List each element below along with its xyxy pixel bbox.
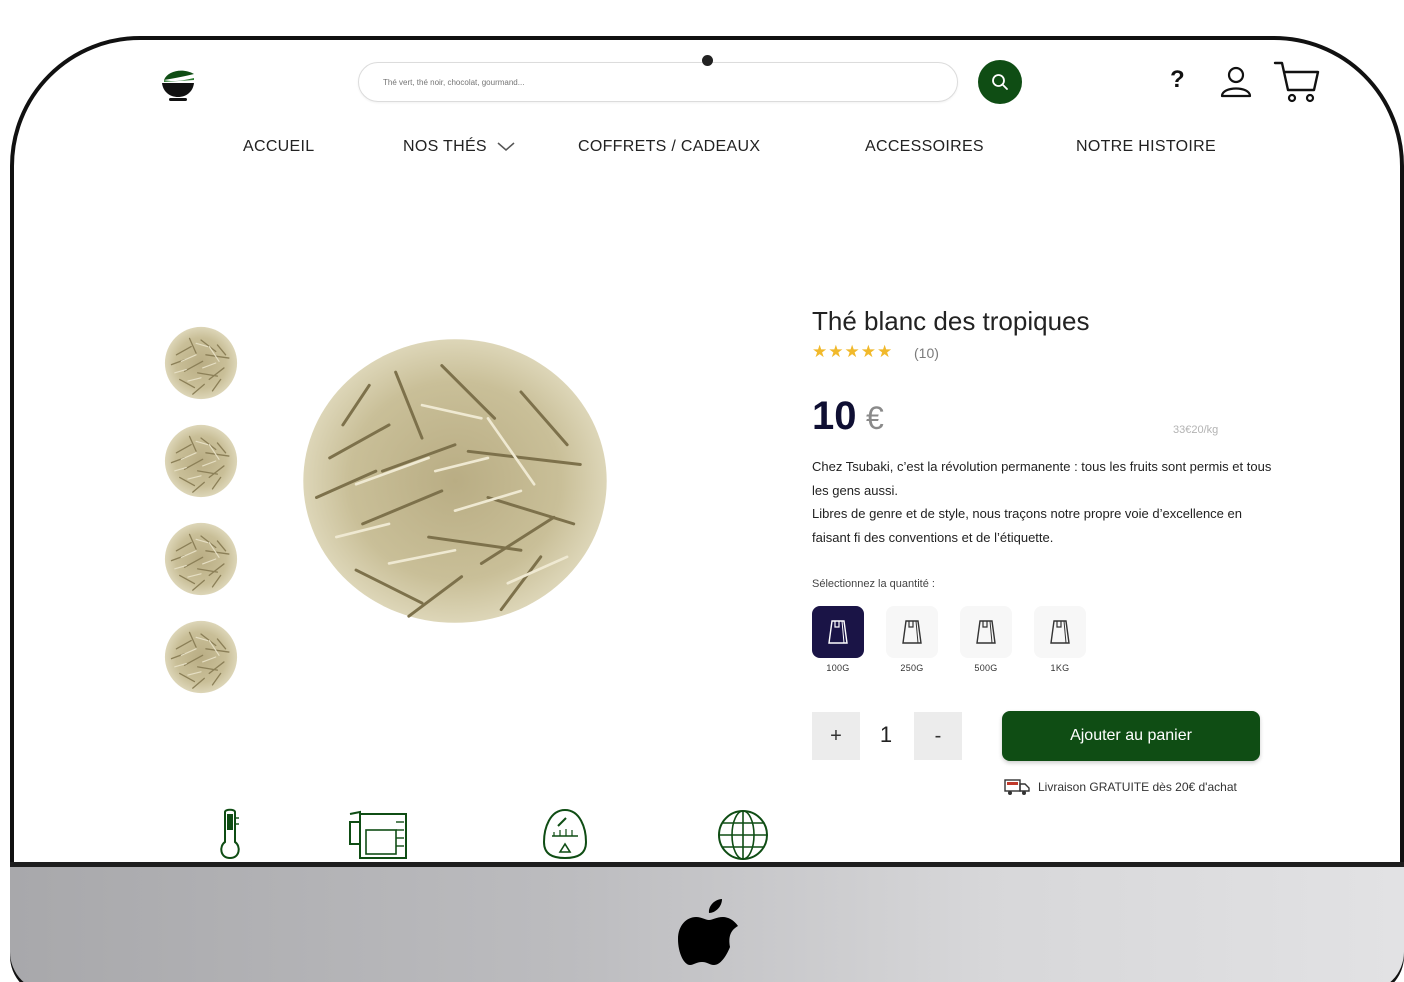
tea-bag-icon [828,620,848,644]
description-line: Chez Tsubaki, c’est la révolution perman… [812,459,1272,498]
thermometer-icon [220,808,240,860]
nav-item-accueil[interactable]: ACCUEIL [243,138,314,156]
nav-item-accessoires[interactable]: ACCESSOIRES [865,138,984,156]
nav-item-nos-thes[interactable]: NOS THÉS [403,138,515,156]
product-thumbnail[interactable] [160,420,242,502]
quantity-label: Sélectionnez la quantité : [812,578,935,590]
search-input[interactable] [358,62,958,102]
delivery-note: Livraison GRATUITE dès 20€ d'achat [1004,778,1237,796]
nav-item-coffrets[interactable]: COFFRETS / CADEAUX [578,138,760,156]
camera-dot [702,55,713,66]
nav-label: COFFRETS / CADEAUX [578,138,761,155]
tea-bag-icon [1050,620,1070,644]
price-currency: € [866,400,884,436]
tea-bag-icon [976,620,996,644]
size-label: 1KG [1050,663,1070,673]
quantity-value[interactable]: 1 [872,722,900,748]
quantity-increase-button[interactable]: + [812,712,860,760]
nav-label: NOTRE HISTOIRE [1076,138,1216,155]
product-thumbnail[interactable] [160,518,242,600]
globe-icon [718,810,768,860]
size-option-250g[interactable] [886,606,938,658]
nav-label: ACCUEIL [243,138,315,155]
nav-label: ACCESSOIRES [865,138,984,155]
size-label: 250G [900,663,924,673]
search-icon [992,74,1008,90]
nav-item-notre-histoire[interactable]: NOTRE HISTOIRE [1076,138,1216,156]
delivery-truck-icon [1004,779,1030,795]
size-label: 500G [974,663,998,673]
product-title: Thé blanc des tropiques [812,306,1090,336]
size-option-500g[interactable] [960,606,1012,658]
product-thumbnail[interactable] [160,322,242,404]
delivery-text: Livraison GRATUITE dès 20€ d'achat [1038,780,1237,794]
size-option-1kg[interactable] [1034,606,1086,658]
size-label: 100G [826,663,850,673]
add-to-cart-button[interactable]: Ajouter au panier [1002,711,1260,761]
apple-logo-icon [678,899,738,965]
tea-bag-icon [902,620,922,644]
rating-stars: ★★★★★ [812,342,894,361]
search-button[interactable] [978,60,1022,104]
quantity-decrease-button[interactable]: - [914,712,962,760]
description-line: Libres de genre et de style, nous traçon… [812,506,1242,545]
unit-price: 33€20/kg [1173,424,1219,436]
main-nav: ACCUEIL NOS THÉS COFFRETS / CADEAUX ACCE… [0,138,1404,162]
tea-bowl-logo-icon[interactable] [158,66,198,106]
help-button[interactable]: ? [1170,66,1185,94]
product-description: Chez Tsubaki, c’est la révolution perman… [812,455,1272,549]
nav-label: NOS THÉS [403,138,487,155]
cart-icon[interactable] [1272,60,1322,104]
product-price: 10 [812,394,857,438]
timer-icon [542,808,588,860]
measuring-jug-icon [349,810,407,859]
user-account-icon[interactable] [1218,64,1254,100]
product-main-image [303,339,607,623]
size-option-100g[interactable] [812,606,864,658]
product-thumbnail[interactable] [160,616,242,698]
review-count[interactable]: (10) [914,345,939,361]
chevron-down-icon [497,142,515,151]
